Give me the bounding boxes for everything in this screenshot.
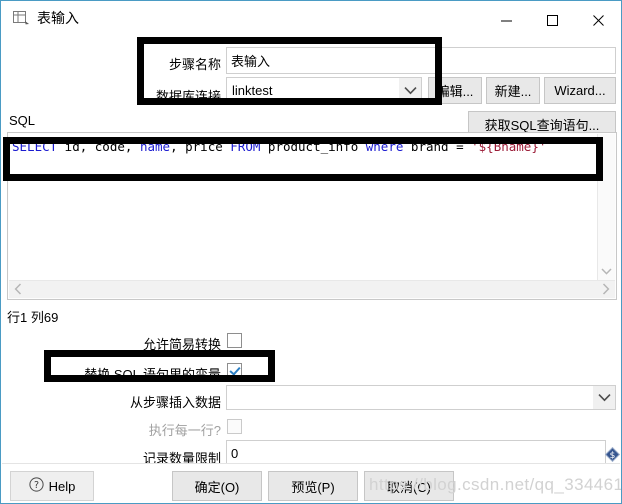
insert-from-step-label: 从步骤插入数据 bbox=[129, 395, 221, 410]
wizard-connection-button[interactable]: Wizard... bbox=[544, 77, 616, 104]
scroll-down-icon[interactable] bbox=[601, 264, 612, 277]
database-connection-label: 数据库连接 bbox=[155, 89, 221, 104]
replace-variables-checkbox[interactable] bbox=[227, 363, 242, 378]
help-button[interactable]: ? Help bbox=[10, 471, 94, 501]
close-icon bbox=[592, 14, 604, 26]
edit-connection-button[interactable]: 编辑... bbox=[428, 77, 482, 104]
maximize-button[interactable] bbox=[529, 1, 575, 39]
window-controls bbox=[483, 1, 621, 39]
sql-token: brand = bbox=[403, 139, 472, 154]
preview-button[interactable]: 预览(P) bbox=[268, 471, 358, 501]
sql-token: SELECT bbox=[12, 139, 58, 154]
scroll-left-icon[interactable] bbox=[14, 283, 22, 297]
sql-horizontal-scrollbar[interactable] bbox=[9, 280, 615, 298]
sql-statement-text: SELECT id, code, name, price FROM produc… bbox=[9, 134, 598, 156]
lazy-conversion-checkbox[interactable] bbox=[227, 333, 242, 348]
help-button-label: Help bbox=[48, 478, 76, 494]
execute-each-row-label: 执行每一行? bbox=[148, 423, 221, 438]
title-bar-left: 表输入 bbox=[13, 10, 79, 27]
minimize-icon bbox=[500, 20, 512, 21]
sql-label: SQL bbox=[9, 113, 36, 128]
database-connection-select[interactable]: linktest bbox=[226, 77, 422, 104]
svg-text:$: $ bbox=[610, 451, 616, 461]
sql-vertical-scrollbar[interactable] bbox=[597, 134, 615, 281]
step-name-label: 步骤名称 bbox=[168, 57, 221, 72]
sql-editor[interactable]: SELECT id, code, name, price FROM produc… bbox=[7, 132, 617, 300]
sql-token: where bbox=[365, 139, 404, 154]
sql-editor-content[interactable]: SELECT id, code, name, price FROM produc… bbox=[9, 134, 598, 281]
sql-token: FROM bbox=[230, 139, 261, 154]
sql-token: name bbox=[139, 139, 171, 154]
sql-token: , price bbox=[170, 139, 231, 154]
variable-diamond-icon[interactable]: $ bbox=[604, 446, 621, 463]
lazy-conversion-label: 允许简易转换 bbox=[142, 337, 221, 352]
chevron-down-icon[interactable] bbox=[593, 386, 615, 409]
caret-position-status: 行1 列69 bbox=[7, 310, 59, 325]
table-input-dialog: 表输入 步骤名称 表输入 数据库连接 linktest 编辑... 新建... … bbox=[0, 0, 622, 504]
table-input-icon bbox=[13, 11, 30, 26]
maximize-icon bbox=[546, 14, 558, 26]
title-bar: 表输入 bbox=[1, 1, 621, 39]
chevron-down-icon[interactable] bbox=[399, 78, 421, 103]
replace-variables-label: 替换 SQL 语句里的变量 bbox=[84, 367, 221, 382]
sql-token: id, code, bbox=[57, 139, 140, 154]
sql-token: '${Bname}' bbox=[471, 139, 547, 154]
ok-button[interactable]: 确定(O) bbox=[172, 471, 262, 501]
execute-each-row-checkbox bbox=[227, 419, 242, 434]
step-name-input[interactable]: 表输入 bbox=[226, 47, 616, 74]
minimize-button[interactable] bbox=[483, 1, 529, 39]
close-button[interactable] bbox=[575, 1, 621, 39]
question-circle-icon: ? bbox=[29, 477, 44, 495]
insert-from-step-select[interactable] bbox=[226, 385, 616, 410]
scroll-right-icon[interactable] bbox=[602, 283, 610, 297]
new-connection-button[interactable]: 新建... bbox=[486, 77, 540, 104]
window-title: 表输入 bbox=[37, 10, 79, 26]
database-connection-value: linktest bbox=[232, 83, 273, 98]
watermark-text: https://blog.csdn.net/qq_33446100 bbox=[369, 475, 622, 494]
svg-text:?: ? bbox=[34, 480, 39, 491]
sql-token: product_info bbox=[260, 139, 366, 154]
